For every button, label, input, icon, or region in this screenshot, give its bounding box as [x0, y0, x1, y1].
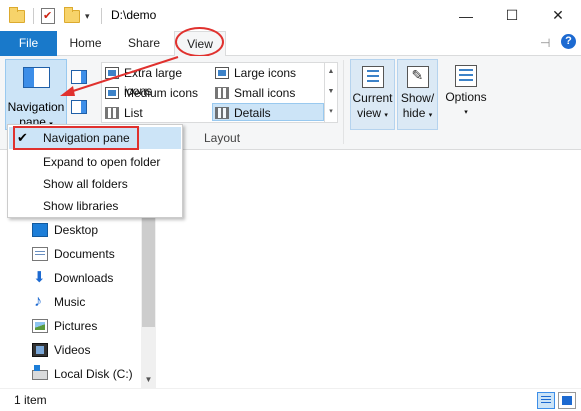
downloads-icon	[32, 267, 48, 289]
tab-share[interactable]: Share	[114, 31, 174, 56]
navigation-pane-label-line1: Navigation	[7, 100, 65, 114]
tab-file[interactable]: File	[0, 31, 57, 56]
current-view-button[interactable]: Current view ▾	[350, 59, 395, 130]
medium-icons-icon	[105, 87, 119, 99]
nav-item-documents[interactable]: Documents	[32, 243, 115, 265]
close-button[interactable]: ✕	[535, 0, 581, 31]
status-bar: 1 item	[0, 388, 581, 411]
minimize-button[interactable]: —	[443, 0, 489, 31]
options-button[interactable]: Options ▾	[442, 59, 490, 130]
chevron-down-icon[interactable]: ▼	[141, 372, 156, 387]
desktop-icon	[32, 223, 48, 237]
current-view-label-line2-wrap: view ▾	[351, 106, 394, 123]
layout-item-label: List	[124, 106, 143, 120]
layout-item-label: Small icons	[234, 86, 296, 100]
layout-gallery: Extra large icons Large icons Medium ico…	[101, 62, 338, 123]
nav-item-pictures[interactable]: Pictures	[32, 315, 97, 337]
layout-list[interactable]: List	[103, 104, 213, 122]
navigation-pane-icon	[23, 67, 50, 88]
nav-item-videos[interactable]: Videos	[32, 339, 90, 361]
layout-group-label: Layout	[204, 131, 241, 145]
layout-gallery-scroll[interactable]: ▲ ▼ ▾	[324, 62, 337, 123]
folder-icon	[9, 6, 25, 25]
nav-item-local-disk[interactable]: Local Disk (C:)	[32, 363, 133, 385]
layout-large-icons[interactable]: Large icons	[213, 64, 323, 82]
current-view-label-line2: view	[357, 106, 382, 120]
menu-item-label: Expand to open folder	[43, 155, 161, 169]
show-hide-label-line2-wrap: hide ▾	[398, 106, 437, 123]
nav-item-label: Downloads	[54, 271, 114, 285]
tab-home[interactable]: Home	[57, 31, 114, 56]
properties-icon[interactable]	[41, 7, 55, 25]
layout-small-icons[interactable]: Small icons	[213, 84, 323, 102]
new-folder-icon[interactable]	[64, 6, 80, 25]
music-icon	[32, 291, 48, 313]
large-icons-view-icon	[562, 396, 572, 405]
nav-item-desktop[interactable]: Desktop	[32, 219, 98, 241]
show-hide-label-line1: Show/	[400, 91, 435, 105]
layout-item-label: Medium icons	[124, 86, 199, 100]
details-view-toggle[interactable]	[537, 392, 555, 409]
show-hide-button[interactable]: Show/ hide ▾	[397, 59, 438, 130]
ribbon-tabs: File Home Share View ⊣ ?	[0, 31, 581, 57]
view-tab-highlight-circle	[175, 27, 224, 57]
gallery-expand-icon[interactable]: ▾	[325, 102, 337, 122]
current-view-label-line1: Current	[352, 91, 393, 105]
nav-item-label: Local Disk (C:)	[54, 367, 133, 381]
title-separator	[101, 7, 102, 25]
quick-access-separator	[33, 7, 34, 25]
menu-item-label: Show all folders	[43, 177, 128, 191]
preview-pane-icon[interactable]	[71, 70, 87, 84]
options-label: Options	[445, 90, 487, 104]
menu-item-expand-to-open-folder[interactable]: Expand to open folder	[9, 151, 181, 173]
menu-item-show-all-folders[interactable]: Show all folders	[9, 173, 181, 195]
navigation-pane-highlight-box	[13, 126, 139, 150]
scrollbar-thumb[interactable]	[142, 218, 155, 327]
nav-item-label: Pictures	[54, 319, 98, 333]
layout-item-label: Details	[234, 106, 271, 120]
menu-item-show-libraries[interactable]: Show libraries	[9, 195, 181, 217]
menu-item-label: Show libraries	[43, 199, 119, 213]
chevron-down-icon: ▾	[384, 112, 388, 119]
layout-medium-icons[interactable]: Medium icons	[103, 84, 213, 102]
extra-large-icons-icon	[105, 67, 119, 79]
options-icon	[455, 65, 477, 87]
ribbon-separator	[343, 60, 344, 144]
customize-quick-access-icon[interactable]: ▾	[85, 7, 90, 25]
help-icon[interactable]: ?	[561, 34, 576, 49]
pin-ribbon-icon[interactable]: ⊣	[540, 36, 550, 50]
details-icon	[215, 107, 229, 119]
videos-icon	[32, 343, 48, 357]
nav-item-label: Videos	[54, 343, 91, 357]
details-view-icon	[541, 396, 551, 405]
status-item-count: 1 item	[14, 393, 47, 407]
window-title: D:\demo	[111, 8, 157, 22]
chevron-down-icon: ▾	[464, 109, 468, 116]
large-icons-icon	[215, 67, 229, 79]
local-disk-icon	[32, 365, 48, 380]
nav-item-label: Desktop	[54, 223, 99, 237]
layout-extra-large-icons[interactable]: Extra large icons	[103, 64, 213, 98]
large-icons-view-toggle[interactable]	[558, 392, 576, 409]
layout-item-label: Large icons	[234, 66, 297, 80]
documents-icon	[32, 247, 48, 261]
pictures-icon	[32, 319, 48, 333]
chevron-down-icon[interactable]: ▼	[325, 82, 337, 102]
current-view-icon	[361, 66, 384, 88]
nav-item-music[interactable]: Music	[32, 291, 85, 313]
small-icons-icon	[215, 87, 229, 99]
details-pane-icon[interactable]	[71, 100, 87, 114]
list-icon	[105, 107, 119, 119]
navigation-pane-button[interactable]: Navigation pane ▾	[5, 59, 67, 130]
layout-details[interactable]: Details	[212, 103, 324, 121]
chevron-down-icon: ▾	[428, 112, 433, 119]
nav-item-downloads[interactable]: Downloads	[32, 267, 113, 289]
title-bar: ▾ D:\demo — ☐ ✕	[0, 0, 581, 31]
chevron-up-icon[interactable]: ▲	[325, 62, 337, 82]
maximize-button[interactable]: ☐	[489, 0, 535, 31]
show-hide-icon	[406, 66, 429, 88]
show-hide-label-line2: hide	[402, 106, 426, 120]
nav-item-label: Documents	[54, 247, 115, 261]
nav-item-label: Music	[54, 295, 86, 309]
